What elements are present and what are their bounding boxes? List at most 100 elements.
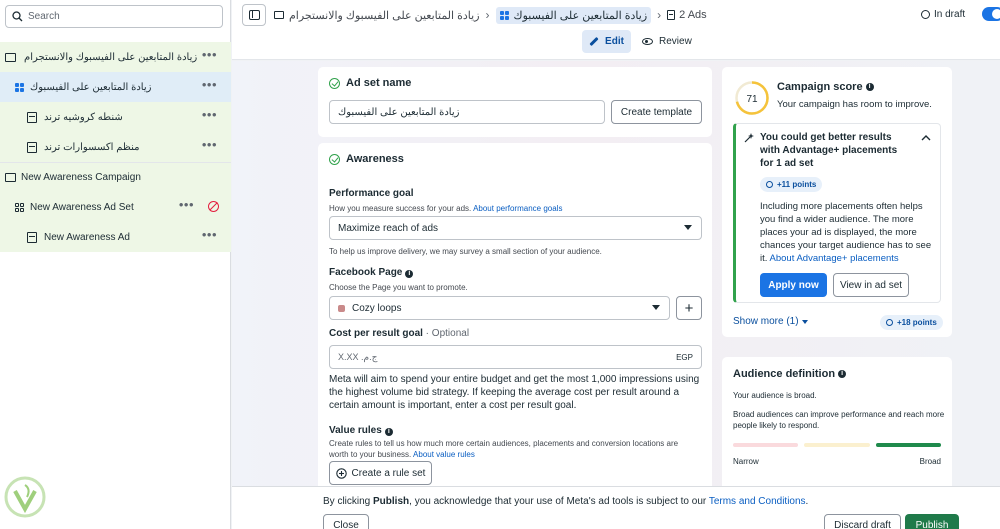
- tree-ad-3[interactable]: New Awareness Ad •••: [0, 222, 231, 252]
- button-label: Create a rule set: [351, 467, 426, 479]
- info-icon[interactable]: i: [384, 428, 393, 436]
- value-rules-label: Value rules i: [329, 425, 393, 436]
- arrow-up-circle-icon: [886, 319, 893, 326]
- ad-doc-icon: [27, 231, 37, 243]
- tab-label: Edit: [605, 36, 624, 47]
- show-more-link[interactable]: Show more (1): [733, 316, 808, 327]
- info-icon[interactable]: i: [838, 370, 847, 378]
- search-input[interactable]: [28, 11, 208, 22]
- cost-description: Meta will aim to spend your entire budge…: [329, 374, 700, 411]
- more-options-icon[interactable]: •••: [202, 138, 217, 151]
- terms-and-conditions-link[interactable]: Terms and Conditions: [709, 496, 806, 507]
- draft-status-icon: [921, 10, 930, 19]
- tree-ad-1[interactable]: شنطه كروشيه ترند •••: [0, 102, 231, 132]
- tree-item-label: New Awareness Ad Set: [30, 201, 134, 213]
- performance-goal-select[interactable]: Maximize reach of ads: [329, 216, 702, 240]
- about-performance-goals-link[interactable]: About performance goals: [473, 204, 562, 213]
- consent-text: By clicking: [323, 496, 374, 507]
- select-value: Cozy loops: [352, 302, 402, 314]
- card-title: Audience definition: [733, 368, 836, 380]
- adset-name-heading: Ad set name: [329, 77, 411, 89]
- more-options-icon[interactable]: •••: [202, 48, 217, 61]
- breadcrumb-campaign[interactable]: زيادة المتابعين على الفيسبوك والانستجرام: [274, 9, 480, 22]
- campaign-tree: زيادة المتابعين على الفيسبوك والانستجرام…: [0, 42, 231, 252]
- card-title: Ad set name: [346, 77, 412, 89]
- tree-item-label: شنطه كروشيه ترند: [44, 111, 123, 123]
- more-points-badge: +18 points: [880, 315, 943, 330]
- help-text: How you measure success for your ads.: [329, 204, 472, 213]
- help-text: Create rules to tell us how much more ce…: [329, 439, 679, 459]
- audience-description: Broad audiences can improve performance …: [733, 410, 945, 430]
- create-template-button[interactable]: Create template: [611, 100, 702, 124]
- facebook-page-select[interactable]: Cozy loops: [329, 296, 670, 320]
- toggle-panel-button[interactable]: [242, 4, 266, 26]
- more-options-icon[interactable]: •••: [179, 198, 194, 211]
- search-icon: [12, 11, 23, 22]
- breadcrumb-label: زيادة المتابعين على الفيسبوك: [513, 9, 648, 22]
- meter-segment-specific: [804, 443, 870, 447]
- value-rules-help: Create rules to tell us how much more ce…: [329, 438, 689, 460]
- info-icon[interactable]: i: [405, 270, 414, 278]
- search-box[interactable]: [5, 5, 223, 28]
- adset-name-value: زيادة المتابعين على الفيسبوك: [338, 106, 460, 118]
- adset-name-input[interactable]: زيادة المتابعين على الفيسبوك: [329, 100, 605, 124]
- close-button[interactable]: Close: [323, 514, 369, 529]
- consent-bold: Publish: [373, 496, 410, 507]
- chevron-up-icon[interactable]: [921, 134, 931, 141]
- card-title: Awareness: [346, 153, 404, 165]
- main-content: Ad set name زيادة المتابعين على الفيسبوك…: [232, 61, 1000, 486]
- meter-label-narrow: Narrow: [733, 457, 759, 466]
- add-page-button[interactable]: +: [676, 296, 702, 320]
- check-circle-icon: [329, 77, 340, 89]
- more-options-icon[interactable]: •••: [202, 108, 217, 121]
- currency-code: EGP: [676, 352, 693, 362]
- error-icon: [208, 201, 219, 212]
- status-toggle[interactable]: [982, 7, 1000, 21]
- about-advantage-placements-link[interactable]: About Advantage+ placements: [770, 253, 899, 264]
- apply-now-button[interactable]: Apply now: [760, 273, 827, 297]
- caret-down-icon: [652, 305, 660, 310]
- points-label: +11 points: [777, 180, 817, 189]
- tree-campaign-2[interactable]: New Awareness Campaign: [0, 162, 231, 192]
- label-text: Cost per result goal: [329, 328, 423, 339]
- tab-review[interactable]: Review: [642, 30, 692, 53]
- chevron-right-icon: ›: [657, 8, 662, 22]
- chevron-right-icon: ›: [485, 8, 490, 22]
- tab-edit[interactable]: Edit: [582, 30, 631, 53]
- about-value-rules-link[interactable]: About value rules: [413, 450, 475, 459]
- label-text: Value rules: [329, 425, 382, 436]
- breadcrumb-ads[interactable]: 2 Ads: [667, 9, 707, 21]
- sparkle-icon: [744, 133, 754, 143]
- tree-campaign-1[interactable]: زيادة المتابعين على الفيسبوك والانستجرام…: [0, 42, 231, 72]
- tree-item-label: منظم اكسسوارات ترند: [44, 141, 140, 153]
- plus-circle-icon: [335, 467, 347, 479]
- tree-adset-2[interactable]: New Awareness Ad Set •••: [0, 192, 231, 222]
- check-circle-icon: [329, 153, 340, 165]
- consent-text: .: [805, 496, 809, 507]
- awareness-card: Awareness Performance goal How you measu…: [318, 143, 712, 486]
- meter-label-broad: Broad: [919, 457, 941, 466]
- more-options-icon[interactable]: •••: [202, 228, 217, 241]
- bottom-bar: By clicking Publish, you acknowledge tha…: [232, 486, 1000, 529]
- publish-button[interactable]: Publish: [905, 514, 959, 529]
- breadcrumb: زيادة المتابعين على الفيسبوك والانستجرام…: [274, 5, 707, 25]
- more-options-icon[interactable]: •••: [202, 78, 217, 91]
- ad-doc-icon: [27, 111, 37, 123]
- campaign-score-heading: Campaign score i: [777, 81, 874, 93]
- cost-per-result-label: Cost per result goal · Optional: [329, 328, 469, 339]
- button-label: Apply now: [768, 279, 819, 291]
- tree-adset-1[interactable]: زيادة المتابعين على الفيسبوك •••: [0, 72, 231, 102]
- cost-per-result-input[interactable]: X.XX ج.م.‏ EGP: [329, 345, 702, 369]
- select-value: Maximize reach of ads: [338, 222, 439, 234]
- score-value: 71: [746, 94, 758, 105]
- button-label: Discard draft: [834, 519, 891, 529]
- adset-grid-icon: [15, 202, 24, 212]
- view-in-ad-set-button[interactable]: View in ad set: [833, 273, 909, 297]
- breadcrumb-adset[interactable]: زيادة المتابعين على الفيسبوك: [495, 6, 652, 24]
- create-rule-set-button[interactable]: Create a rule set: [329, 461, 432, 485]
- tree-ad-2[interactable]: منظم اكسسوارات ترند •••: [0, 132, 231, 162]
- top-bar: زيادة المتابعين على الفيسبوك والانستجرام…: [232, 0, 1000, 60]
- facebook-page-label: Facebook Page i: [329, 267, 414, 278]
- info-icon[interactable]: i: [865, 83, 874, 91]
- discard-draft-button[interactable]: Discard draft: [824, 514, 901, 529]
